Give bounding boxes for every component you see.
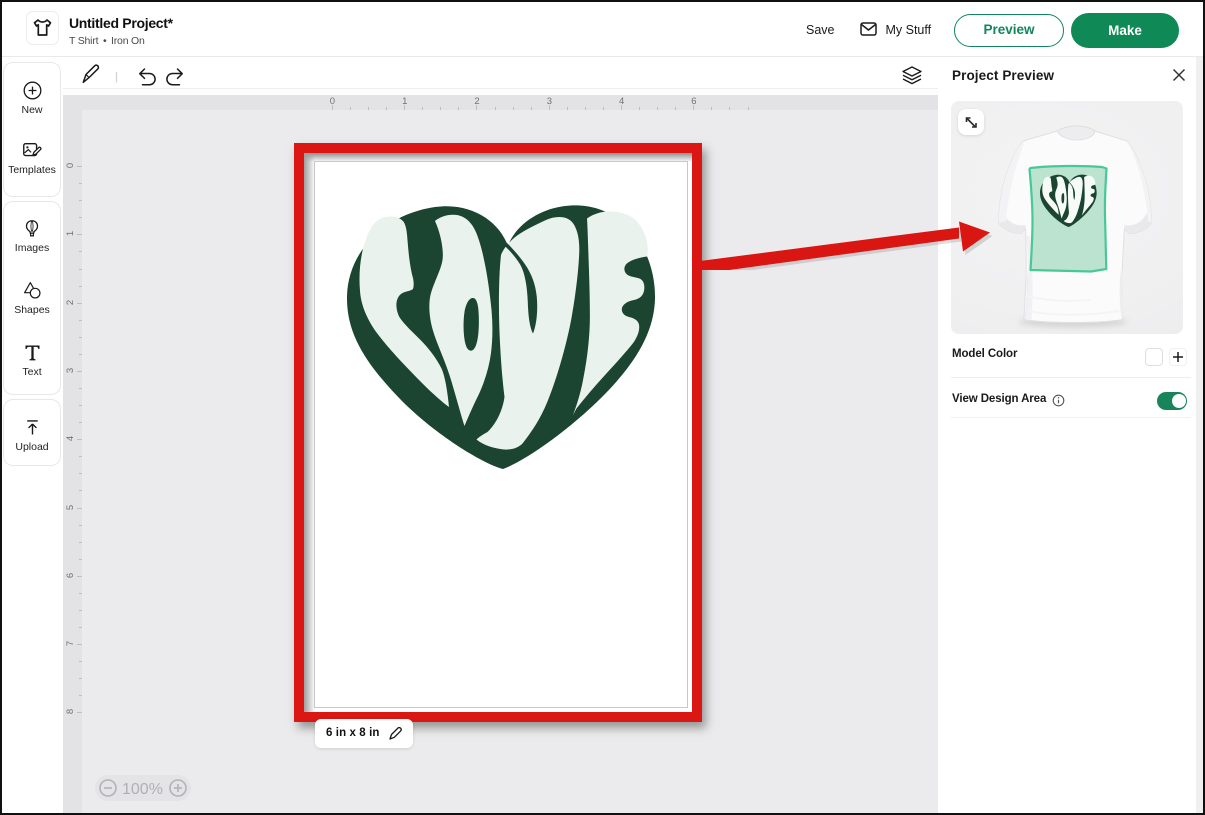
svg-text:100%: 100% [122, 781, 163, 798]
